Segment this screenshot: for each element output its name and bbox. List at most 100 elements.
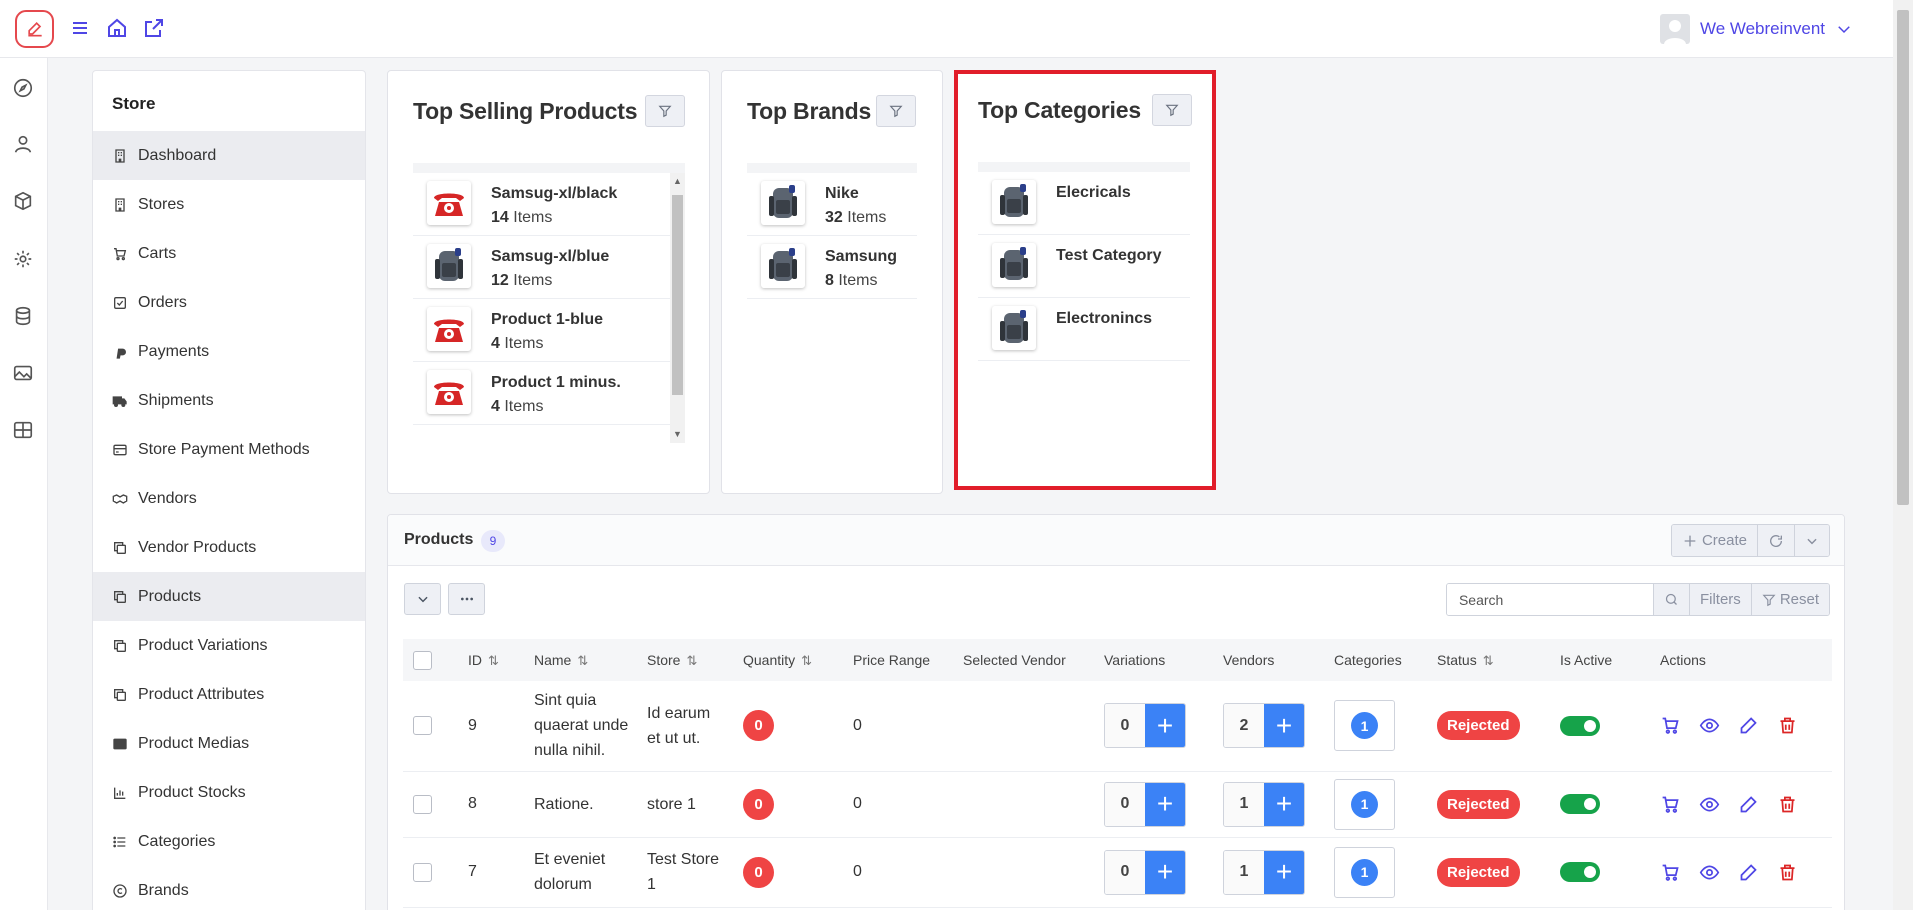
column-header-status[interactable]: Status ⇅ <box>1427 639 1550 681</box>
column-header-store[interactable]: Store ⇅ <box>637 639 733 681</box>
list-scrollbar[interactable]: ▲ ▼ <box>670 173 685 443</box>
sidebar-item-store-payment-methods[interactable]: Store Payment Methods <box>93 425 365 474</box>
sidebar-item-payments[interactable]: Payments <box>93 327 365 376</box>
is-active-toggle[interactable] <box>1560 715 1600 736</box>
eye-icon[interactable] <box>1699 715 1720 736</box>
list-item[interactable]: Test Category <box>978 235 1190 298</box>
filters-label: Filters <box>1699 591 1741 608</box>
table-row[interactable]: 8 Ratione. store 1 0 0 0 + 1 + 1 Rejected <box>403 771 1832 838</box>
search-button[interactable] <box>1653 584 1690 615</box>
add-variation-button[interactable]: + <box>1145 704 1185 748</box>
user-menu[interactable]: We Webreinvent <box>1659 14 1853 44</box>
sidebar-item-vendor-products[interactable]: Vendor Products <box>93 523 365 572</box>
sidebar-item-stores[interactable]: Stores <box>93 180 365 229</box>
cart-icon[interactable] <box>1660 794 1681 815</box>
sidebar-item-brands[interactable]: Brands <box>93 866 365 910</box>
is-active-toggle[interactable] <box>1560 862 1600 882</box>
image-gallery-icon[interactable] <box>12 362 34 384</box>
backpack-thumbnail <box>1000 310 1028 343</box>
trash-icon[interactable] <box>1777 794 1798 815</box>
list-item[interactable]: Product 1-blue 4 Items <box>413 299 685 362</box>
building-icon <box>112 197 128 213</box>
sidebar-item-product-attributes[interactable]: Product Attributes <box>93 670 365 719</box>
sidebar-item-dashboard[interactable]: Dashboard <box>93 131 365 180</box>
refresh-button[interactable] <box>1758 525 1795 556</box>
column-header-name[interactable]: Name ⇅ <box>524 639 637 681</box>
user-icon[interactable] <box>12 133 34 155</box>
gear-icon[interactable] <box>12 248 34 270</box>
add-variation-button[interactable]: + <box>1145 850 1185 894</box>
cart-icon[interactable] <box>1660 715 1681 736</box>
select-all-checkbox[interactable] <box>413 650 432 670</box>
more-options-button[interactable] <box>448 583 485 615</box>
eye-icon[interactable] <box>1699 862 1720 883</box>
page-scrollbar[interactable] <box>1893 0 1913 910</box>
is-active-toggle[interactable] <box>1560 794 1600 814</box>
home-icon[interactable] <box>105 16 129 40</box>
sidebar-item-categories[interactable]: Categories <box>93 817 365 866</box>
add-vendor-button[interactable]: + <box>1264 704 1304 748</box>
top-brands-card: Top Brands Nike 32 Items Samsung 8 Items <box>721 70 943 494</box>
eye-icon[interactable] <box>1699 794 1720 815</box>
categories-button[interactable]: 1 <box>1334 846 1395 898</box>
column-header-quantity[interactable]: Quantity ⇅ <box>733 639 843 681</box>
list-item[interactable]: Samsug-xl/blue 12 Items <box>413 236 685 299</box>
sidebar-title: Store <box>112 94 156 113</box>
cart-icon[interactable] <box>1660 862 1681 883</box>
categories-button[interactable]: 1 <box>1334 700 1395 752</box>
list-item[interactable]: Electronincs <box>978 298 1190 361</box>
add-variation-button[interactable]: + <box>1145 782 1185 826</box>
table-row[interactable]: 9 Sint quia quaerat unde nulla nihil. Id… <box>403 681 1832 772</box>
chart-icon <box>112 785 128 801</box>
database-icon[interactable] <box>12 305 34 327</box>
sidebar-item-orders[interactable]: Orders <box>93 278 365 327</box>
external-link-icon[interactable] <box>142 16 166 40</box>
trash-icon[interactable] <box>1777 862 1798 883</box>
menu-icon[interactable] <box>68 16 92 40</box>
column-header-categories: Categories <box>1334 652 1402 668</box>
list-item[interactable]: Samsug-xl/black 14 Items <box>413 173 685 236</box>
bulk-action-dropdown[interactable] <box>404 583 441 615</box>
search-input[interactable] <box>1446 584 1654 615</box>
more-dropdown-button[interactable] <box>1795 525 1829 556</box>
list-item[interactable]: Samsung 8 Items <box>747 236 917 299</box>
sidebar-item-product-medias[interactable]: Product Medias <box>93 719 365 768</box>
create-button[interactable]: Create <box>1671 525 1758 556</box>
sidebar-item-products[interactable]: Products <box>93 572 365 621</box>
column-header-id[interactable]: ID ⇅ <box>458 639 524 681</box>
table-row[interactable]: 7 Et eveniet dolorum Test Store 1 0 0 0 +… <box>403 837 1832 908</box>
row-checkbox[interactable] <box>413 794 432 814</box>
sidebar-item-product-variations[interactable]: Product Variations <box>93 621 365 670</box>
compass-icon[interactable] <box>12 77 34 99</box>
categories-button[interactable]: 1 <box>1334 778 1395 830</box>
list-item[interactable]: Elecricals <box>978 172 1190 235</box>
edit-pencil-icon[interactable] <box>1738 715 1759 736</box>
list-item[interactable]: Product 1 minus. 4 Items <box>413 362 685 425</box>
box-icon[interactable] <box>12 190 34 212</box>
grid-icon[interactable] <box>12 419 34 441</box>
filter-button[interactable] <box>1152 94 1192 126</box>
reset-button[interactable]: Reset <box>1751 584 1829 615</box>
trash-icon[interactable] <box>1777 715 1798 736</box>
filter-button[interactable] <box>645 95 685 127</box>
filter-button[interactable] <box>876 95 916 127</box>
sort-icon: ⇅ <box>801 652 813 668</box>
cell-selected-vendor <box>953 681 1094 772</box>
sidebar-item-vendors[interactable]: Vendors <box>93 474 365 523</box>
edit-pencil-icon[interactable] <box>1738 794 1759 815</box>
sidebar-item-label: Orders <box>138 293 187 311</box>
list-item[interactable]: Nike 32 Items <box>747 173 917 236</box>
edit-pencil-icon[interactable] <box>1738 862 1759 883</box>
add-vendor-button[interactable]: + <box>1264 850 1304 894</box>
variations-count: 0 <box>1105 850 1145 894</box>
cell-id: 8 <box>458 771 524 838</box>
sidebar-item-product-stocks[interactable]: Product Stocks <box>93 768 365 817</box>
row-checkbox[interactable] <box>413 716 432 736</box>
app-logo[interactable] <box>15 10 54 48</box>
filters-button[interactable]: Filters <box>1689 584 1752 615</box>
row-checkbox[interactable] <box>413 862 432 882</box>
sidebar-item-shipments[interactable]: Shipments <box>93 376 365 425</box>
cell-store: store 1 <box>637 771 733 838</box>
add-vendor-button[interactable]: + <box>1264 782 1304 826</box>
sidebar-item-carts[interactable]: Carts <box>93 229 365 278</box>
